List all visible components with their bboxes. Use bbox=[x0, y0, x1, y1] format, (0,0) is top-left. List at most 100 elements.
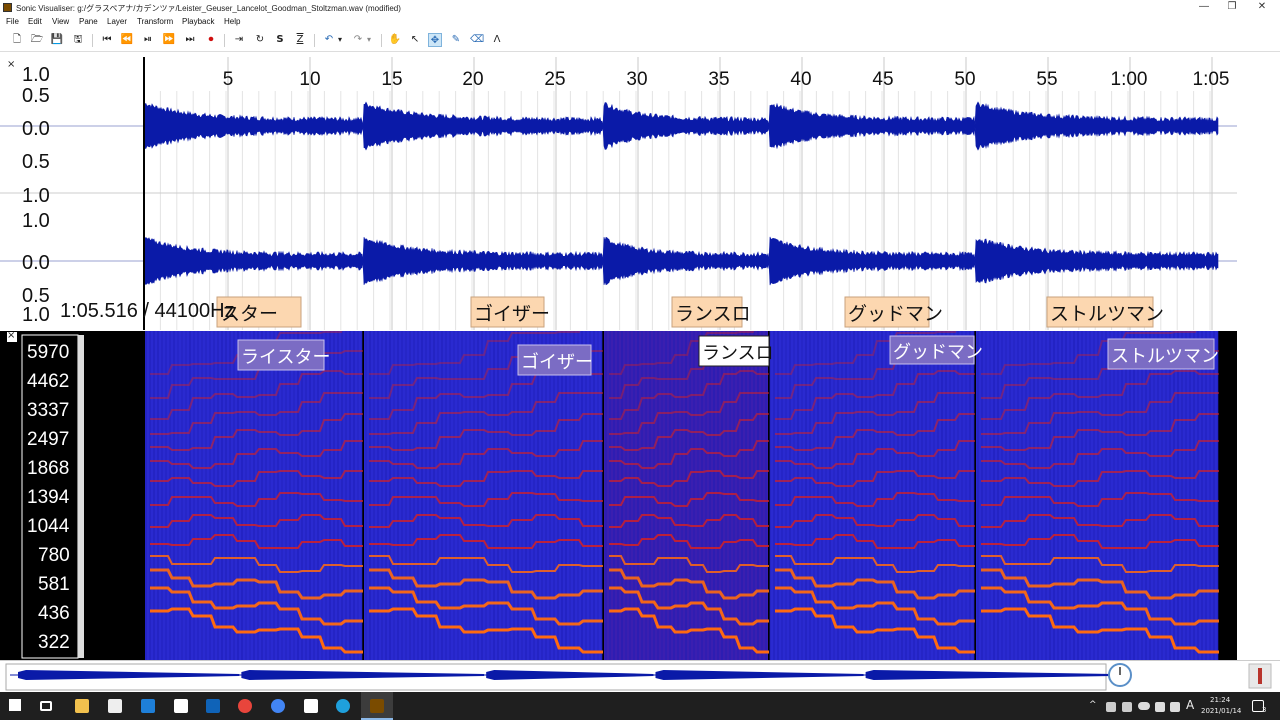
select-tool-icon[interactable]: ↖ bbox=[408, 33, 422, 47]
frequency-tick: 3337 bbox=[27, 400, 69, 421]
frequency-tick: 5970 bbox=[27, 342, 69, 363]
menu-edit[interactable]: Edit bbox=[28, 17, 42, 26]
frequency-tick: 1394 bbox=[27, 487, 70, 508]
record-icon[interactable]: ⏺ bbox=[204, 33, 218, 47]
time-grid bbox=[0, 57, 1237, 330]
fast-forward-end-icon[interactable]: ⏭ bbox=[183, 33, 197, 47]
amplitude-tick: 0.5 bbox=[22, 85, 50, 107]
position-readout: 1:05.516 / 44100Hz bbox=[60, 300, 235, 322]
close-button[interactable]: ✕ bbox=[1252, 1, 1272, 13]
frequency-tick: 4462 bbox=[27, 371, 69, 392]
volume-icon[interactable] bbox=[1170, 702, 1180, 712]
draw-tool-icon[interactable]: ✎ bbox=[449, 33, 463, 47]
menu-playback[interactable]: Playback bbox=[182, 17, 214, 26]
navigate-tool-icon[interactable]: ✋ bbox=[388, 33, 402, 47]
spectrogram-svg[interactable]: 5970 4462 3337 2497 1868 1394 1044 780 5… bbox=[0, 331, 1237, 660]
network-icon[interactable] bbox=[1155, 702, 1165, 712]
toolbar-separator bbox=[224, 34, 225, 47]
time-tick: 35 bbox=[708, 69, 729, 90]
frequency-tick: 780 bbox=[38, 545, 70, 566]
close-pane-icon[interactable]: × bbox=[7, 331, 15, 341]
overview-svg[interactable] bbox=[0, 661, 1280, 693]
ime-indicator[interactable]: A bbox=[1186, 698, 1194, 712]
time-tick: 55 bbox=[1036, 69, 1057, 90]
outlook-icon[interactable] bbox=[206, 699, 220, 713]
solo-icon[interactable]: S bbox=[273, 33, 287, 47]
sonic-visualiser-icon bbox=[370, 699, 384, 713]
amplitude-scale: 1.0 0.5 0.0 0.5 1.0 1.0 0.0 0.5 1.0 bbox=[22, 64, 50, 326]
tray-icon[interactable] bbox=[1122, 702, 1132, 712]
time-tick: 10 bbox=[299, 69, 320, 90]
amplitude-tick: 1.0 bbox=[22, 185, 50, 207]
minimize-button[interactable]: — bbox=[1194, 1, 1214, 13]
menu-pane[interactable]: Pane bbox=[79, 17, 98, 26]
save-as-icon[interactable]: 🖫 bbox=[71, 33, 85, 47]
waveform-label: グッドマン bbox=[848, 303, 943, 325]
menu-bar: File Edit View Pane Layer Transform Play… bbox=[0, 15, 1280, 29]
loop-icon[interactable]: ↻ bbox=[253, 33, 267, 47]
pane-side-area bbox=[1237, 57, 1280, 660]
edit-tool-icon[interactable]: ✥ bbox=[428, 33, 442, 47]
measure-tool-icon[interactable]: Λ bbox=[490, 33, 504, 47]
frequency-tick: 1868 bbox=[27, 458, 69, 479]
time-tick: 50 bbox=[954, 69, 975, 90]
time-tick: 5 bbox=[223, 69, 234, 90]
undo-icon[interactable]: ↶ bbox=[322, 33, 336, 47]
time-tick: 1:00 bbox=[1111, 69, 1148, 90]
task-view-icon[interactable] bbox=[40, 701, 52, 711]
mail-icon[interactable] bbox=[141, 699, 155, 713]
overview-pane[interactable] bbox=[0, 660, 1280, 692]
fast-forward-icon[interactable]: ⏩ bbox=[162, 33, 176, 47]
waveform-pane[interactable]: × 5 10 15 20 25 30 35 40 45 50 55 1:00 1… bbox=[0, 57, 1237, 330]
maximize-button[interactable]: ❐ bbox=[1222, 1, 1242, 13]
time-tick: 40 bbox=[790, 69, 811, 90]
clock-date[interactable]: 2021/01/14 bbox=[1201, 707, 1241, 715]
tray-chevron-icon[interactable]: ^ bbox=[1089, 700, 1097, 710]
file-explorer-icon[interactable] bbox=[75, 699, 89, 713]
new-file-icon[interactable]: 🗋 bbox=[10, 33, 24, 47]
rewind-icon[interactable]: ⏪ bbox=[120, 33, 134, 47]
waveform-channels bbox=[144, 101, 1219, 286]
play-pause-icon[interactable]: ⏯ bbox=[141, 33, 155, 47]
menu-help[interactable]: Help bbox=[224, 17, 240, 26]
waveform-svg[interactable]: 5 10 15 20 25 30 35 40 45 50 55 1:00 1:0… bbox=[0, 57, 1237, 330]
save-icon[interactable]: 💾 bbox=[50, 33, 64, 47]
frequency-tick: 436 bbox=[38, 603, 70, 624]
time-tick: 30 bbox=[626, 69, 647, 90]
menu-file[interactable]: File bbox=[6, 17, 19, 26]
rewind-start-icon[interactable]: ⏮ bbox=[100, 33, 114, 47]
amplitude-tick: 1.0 bbox=[22, 304, 50, 326]
toolbar-separator bbox=[314, 34, 315, 47]
erase-tool-icon[interactable]: ⌫ bbox=[470, 33, 484, 47]
edge-icon[interactable] bbox=[336, 699, 350, 713]
menu-layer[interactable]: Layer bbox=[107, 17, 127, 26]
menu-transform[interactable]: Transform bbox=[137, 17, 173, 26]
menu-view[interactable]: View bbox=[52, 17, 69, 26]
open-file-icon[interactable]: 🗁 bbox=[30, 33, 44, 47]
notification-count: 3 bbox=[1262, 706, 1267, 714]
notepad-icon[interactable] bbox=[174, 699, 188, 713]
tray-icon[interactable] bbox=[1106, 702, 1116, 712]
frequency-tick: 322 bbox=[38, 632, 70, 653]
redo-menu-icon[interactable]: ▾ bbox=[365, 33, 373, 47]
google-icon[interactable] bbox=[271, 699, 285, 713]
undo-menu-icon[interactable]: ▾ bbox=[336, 33, 344, 47]
frequency-tick: 1044 bbox=[27, 516, 70, 537]
start-icon[interactable] bbox=[9, 699, 21, 711]
clock-time[interactable]: 21:24 bbox=[1210, 696, 1230, 704]
redo-icon[interactable]: ↷ bbox=[351, 33, 365, 47]
amplitude-tick: 0.5 bbox=[22, 151, 50, 173]
frequency-tick: 581 bbox=[38, 574, 70, 595]
time-tick: 25 bbox=[544, 69, 565, 90]
chrome-icon[interactable] bbox=[238, 699, 252, 713]
spectrogram-label: ライスター bbox=[241, 347, 330, 368]
spectrogram-pane[interactable]: 5970 4462 3337 2497 1868 1394 1044 780 5… bbox=[0, 331, 1237, 660]
align-icon[interactable]: Z bbox=[293, 33, 307, 47]
media-player-icon[interactable] bbox=[304, 699, 318, 713]
amplitude-tick: 1.0 bbox=[22, 210, 50, 232]
play-selection-icon[interactable]: ⇥ bbox=[232, 33, 246, 47]
time-tick: 20 bbox=[462, 69, 483, 90]
onedrive-icon[interactable] bbox=[1138, 702, 1150, 710]
store-icon[interactable] bbox=[108, 699, 122, 713]
waveform-label-boxes: スター ゴイザー ランスロ グッドマン ストルツマン bbox=[216, 296, 1164, 328]
